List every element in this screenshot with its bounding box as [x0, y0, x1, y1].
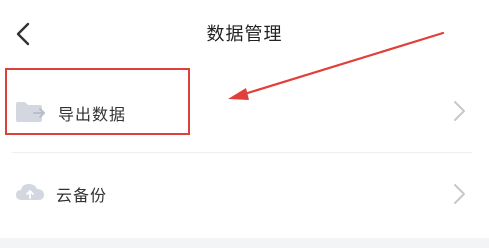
export-data-row[interactable]: 导出数据 — [0, 70, 489, 150]
divider — [12, 152, 472, 153]
chevron-right-icon — [454, 101, 465, 121]
data-management-page: 数据管理 导出数据 云备份 — [0, 0, 489, 248]
page-title: 数据管理 — [206, 24, 283, 45]
export-data-label: 导出数据 — [58, 105, 127, 124]
folder-export-icon — [16, 102, 45, 122]
bottom-band — [0, 238, 489, 248]
cloud-backup-row[interactable]: 云备份 — [0, 155, 489, 235]
header: 数据管理 — [0, 0, 489, 68]
cloud-backup-label: 云备份 — [56, 186, 108, 205]
chevron-right-icon — [454, 184, 465, 204]
cloud-icon — [16, 184, 44, 200]
